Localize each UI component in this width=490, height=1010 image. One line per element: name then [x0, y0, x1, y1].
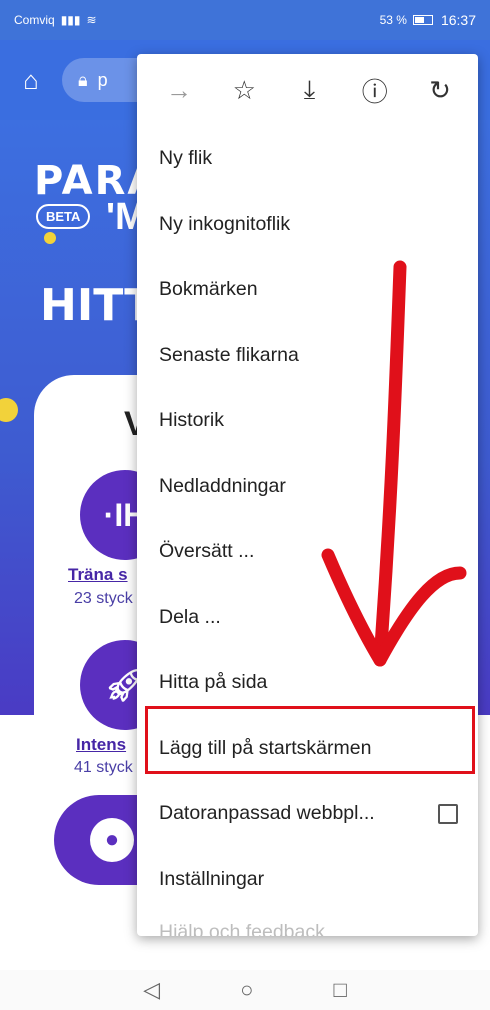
menu-item-new-tab[interactable]: Ny flik: [137, 126, 478, 192]
menu-toolbar: → ☆ ⤓ ⓘ ↻: [137, 54, 478, 126]
battery-percent: 53 %: [379, 13, 407, 27]
menu-item-incognito[interactable]: Ny inkognitoflik: [137, 192, 478, 258]
carrier-label: Comviq: [14, 13, 55, 27]
wifi-icon: ≋: [86, 13, 97, 27]
category-link[interactable]: Träna s: [68, 565, 128, 585]
desktop-site-checkbox[interactable]: [438, 803, 458, 824]
battery-icon: [412, 15, 433, 25]
star-icon[interactable]: ☆: [224, 70, 264, 110]
category-count: 23 styck: [74, 590, 133, 607]
system-nav-bar: ◁ ○ □: [0, 970, 490, 1010]
location-pin-icon: ●: [90, 818, 134, 862]
download-icon[interactable]: ⤓: [290, 70, 330, 110]
home-icon[interactable]: ⌂: [14, 63, 48, 97]
highlight-box: [145, 706, 475, 774]
refresh-icon[interactable]: ↻: [420, 70, 460, 110]
forward-icon[interactable]: →: [159, 70, 199, 110]
lock-icon: 🔒︎: [78, 69, 88, 90]
url-text: p: [97, 69, 108, 90]
status-bar: Comviq ▮▮▮ ≋ 53 % 16:37: [0, 0, 490, 40]
clock: 16:37: [440, 12, 476, 28]
signal-icon: ▮▮▮: [60, 13, 81, 27]
info-icon[interactable]: ⓘ: [355, 70, 395, 110]
category-link[interactable]: Intens: [76, 735, 126, 755]
menu-item-desktop-site[interactable]: Datoranpassad webbpl...: [137, 781, 478, 847]
back-icon[interactable]: ◁: [143, 977, 160, 1003]
decor-dot: [0, 398, 18, 422]
menu-item-help[interactable]: Hjälp och feedback: [137, 912, 478, 936]
menu-item-label: Datoranpassad webbpl...: [159, 802, 375, 825]
decor-dot: [44, 232, 56, 244]
home-circle-icon[interactable]: ○: [240, 977, 253, 1003]
beta-badge: BETA: [36, 204, 91, 229]
annotation-arrow: [321, 260, 467, 667]
category-count: 41 styck: [74, 759, 133, 776]
menu-item-settings[interactable]: Inställningar: [137, 847, 478, 913]
recents-icon[interactable]: □: [333, 977, 346, 1003]
